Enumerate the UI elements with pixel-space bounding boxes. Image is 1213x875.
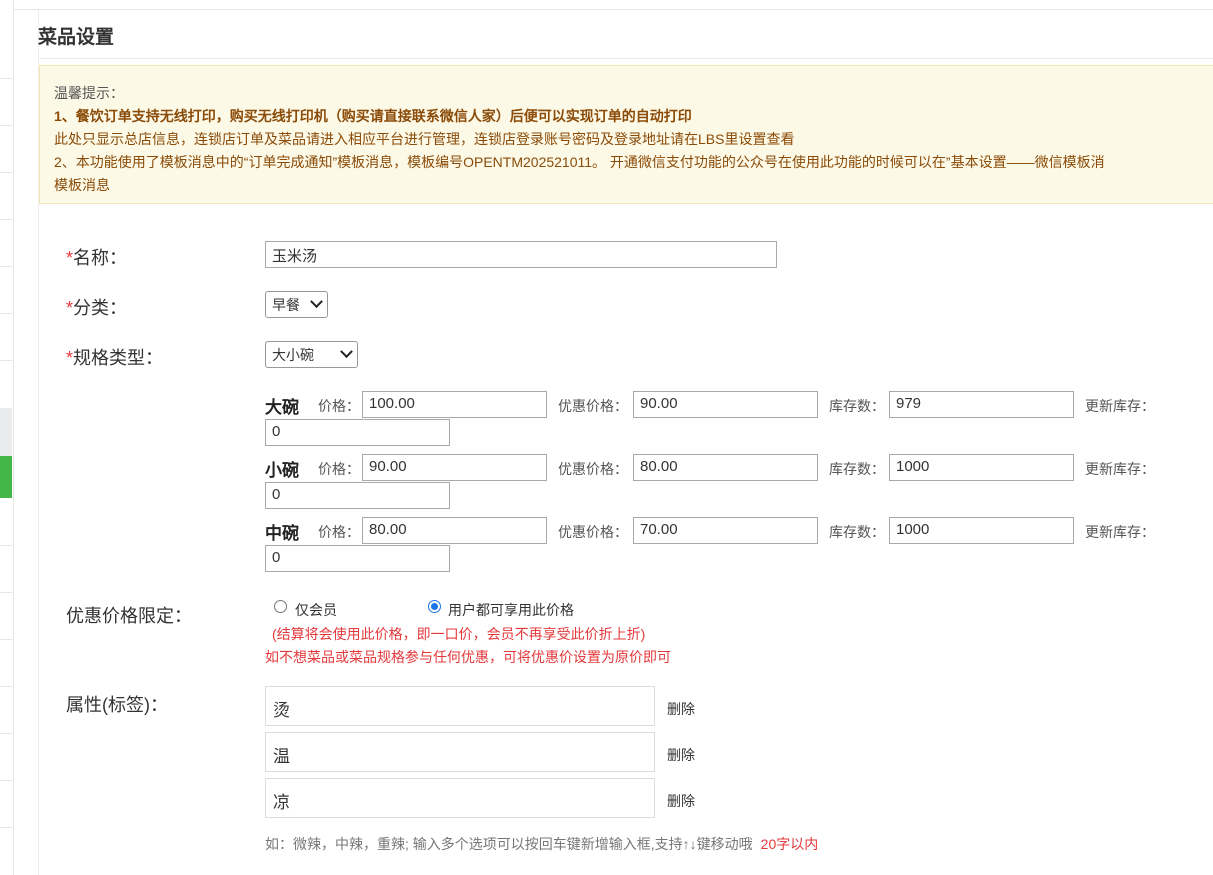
delete-attribute-button[interactable]: 删除 [667,745,695,765]
stock-label: 库存数： [829,398,885,414]
price-label: 价格： [318,398,360,414]
category-label: *分类： [66,298,128,318]
left-sidebar-edge [0,0,14,875]
notice-line-1: 1、餐饮订单支持无线打印，购买无线打印机（购买请直接联系微信人家）后便可以实现订… [54,108,692,124]
update-stock-label: 更新库存： [1085,524,1155,540]
attribute-input[interactable]: 凉 [265,778,655,818]
spec-name: 小碗 [265,461,299,480]
attribute-input[interactable]: 温 [265,732,655,772]
radio-all-users[interactable] [428,600,441,613]
stock-input[interactable]: 1000 [889,517,1074,544]
price-input[interactable]: 80.00 [362,517,547,544]
spec-type-select[interactable]: 大小碗 [265,341,358,368]
discount-price-label: 优惠价格： [558,524,628,540]
spec-name: 大碗 [265,398,299,417]
discount-price-label: 优惠价格： [558,461,628,477]
discount-price-label: 优惠价格： [558,398,628,414]
notice-box: 温馨提示： 1、餐饮订单支持无线打印，购买无线打印机（购买请直接联系微信人家）后… [39,65,1213,204]
discount-price-input[interactable]: 90.00 [633,391,818,418]
radio-member-only[interactable] [274,600,287,613]
stock-label: 库存数： [829,461,885,477]
attribute-input[interactable]: 烫 [265,686,655,726]
notice-line-4: 模板消息 [54,177,110,193]
price-input[interactable]: 100.00 [362,391,547,418]
notice-line-2: 此处只显示总店信息，连锁店订单及菜品请进入相应平台进行管理，连锁店登录账号密码及… [54,131,795,147]
update-stock-input[interactable]: 0 [265,482,450,509]
price-label: 价格： [318,461,360,477]
radio-member-only-label[interactable]: 仅会员 [295,600,337,620]
stock-input[interactable]: 1000 [889,454,1074,481]
title-divider [38,58,1213,59]
spec-name: 中碗 [265,524,299,543]
sidebar-item-highlight[interactable] [0,408,12,456]
update-stock-input[interactable]: 0 [265,545,450,572]
notice-heading: 温馨提示： [54,85,124,101]
discount-note-2: 如不想菜品或菜品规格参与任何优惠，可将优惠价设置为原价即可 [265,649,671,665]
category-select[interactable]: 早餐 [265,291,328,318]
update-stock-input[interactable]: 0 [265,419,450,446]
chevron-down-icon [310,295,323,309]
update-stock-label: 更新库存： [1085,398,1155,414]
attributes-hint-text: 如：微辣，中辣，重辣; 输入多个选项可以按回车键新增输入框,支持↑↓键移动哦 [265,836,753,852]
discount-note-1: (结算将会使用此价格，即一口价，会员不再享受此价折上折) [272,626,646,642]
discount-price-input[interactable]: 80.00 [633,454,818,481]
name-label: *名称： [66,248,128,268]
sidebar-item-active[interactable] [0,456,12,498]
delete-attribute-button[interactable]: 删除 [667,791,695,811]
attributes-label: 属性(标签)： [66,695,168,715]
name-input[interactable]: 玉米汤 [265,241,777,268]
delete-attribute-button[interactable]: 删除 [667,699,695,719]
price-input[interactable]: 90.00 [362,454,547,481]
update-stock-label: 更新库存： [1085,461,1155,477]
attributes-hint: 如：微辣，中辣，重辣; 输入多个选项可以按回车键新增输入框,支持↑↓键移动哦 20… [265,834,818,854]
spec-type-label: *规格类型： [66,348,164,368]
price-label: 价格： [318,524,360,540]
page-title: 菜品设置 [38,27,115,48]
discount-price-input[interactable]: 70.00 [633,517,818,544]
stock-label: 库存数： [829,524,885,540]
stock-input[interactable]: 979 [889,391,1074,418]
attributes-limit: 20字以内 [760,836,819,852]
radio-all-users-label[interactable]: 用户都可享用此价格 [448,600,574,620]
notice-line-3: 2、本功能使用了模板消息中的“订单完成通知”模板消息，模板编号OPENTM202… [54,154,1105,170]
chevron-down-icon [340,345,353,359]
discount-limit-label: 优惠价格限定： [66,606,192,626]
